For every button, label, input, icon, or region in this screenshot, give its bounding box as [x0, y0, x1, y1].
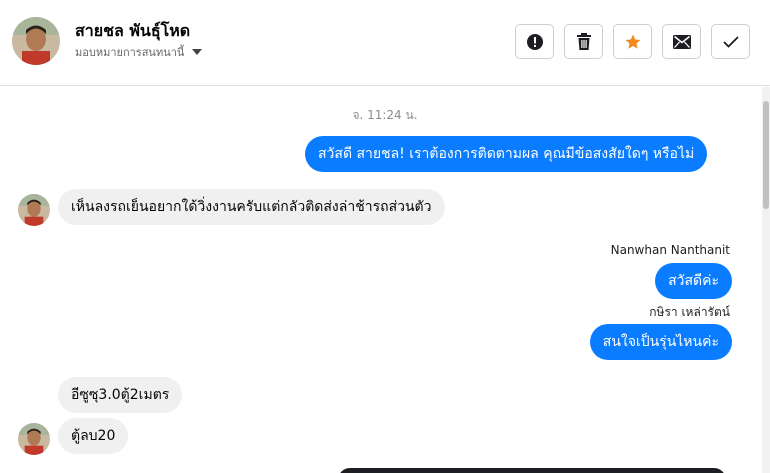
incoming-message[interactable]: ตู้ลบ20 — [58, 418, 129, 454]
header-actions — [515, 24, 750, 59]
delete-button[interactable] — [564, 24, 603, 59]
outgoing-message[interactable]: สวัสดีค่ะ — [655, 263, 732, 299]
contact-avatar-small — [18, 194, 50, 226]
composer-panel-edge — [338, 468, 726, 473]
sender-name: กษิรา เหล่ารัตน์ — [649, 305, 730, 319]
assign-label: มอบหมายการสนทนานี้ — [75, 46, 185, 59]
mark-done-button[interactable] — [711, 24, 750, 59]
mail-icon — [672, 34, 691, 49]
contact-name: สายชล พันธุ์โหด — [75, 21, 191, 40]
star-button[interactable] — [613, 24, 652, 59]
assign-conversation-dropdown[interactable]: มอบหมายการสนทนานี้ — [75, 43, 203, 61]
trash-icon — [576, 32, 591, 50]
outgoing-message[interactable]: สวัสดี สายชล! เราต้องการติดตามผล คุณมีข้… — [305, 136, 708, 172]
star-icon — [625, 34, 640, 49]
alert-circle-icon — [526, 33, 543, 50]
scrollbar-thumb[interactable] — [763, 101, 769, 209]
outgoing-message[interactable]: สนใจเป็นรุ่นไหนค่ะ — [589, 324, 732, 360]
spam-button[interactable] — [515, 24, 554, 59]
sender-name: Nanwhan Nanthanit — [610, 243, 730, 257]
mark-unread-button[interactable] — [662, 24, 701, 59]
message-timestamp: จ. 11:24 น. — [352, 108, 418, 122]
contact-avatar-small — [18, 423, 50, 455]
check-icon — [722, 35, 739, 48]
incoming-message[interactable]: อีซูซุ3.0ตู้2เมตร — [58, 377, 183, 413]
contact-avatar[interactable] — [12, 17, 60, 65]
incoming-message[interactable]: เห็นลงรถเย็นอยากใด้วิ่งงานครับแต่กลัวติด… — [58, 189, 445, 225]
conversation-header: สายชล พันธุ์โหด มอบหมายการสนทนานี้ — [0, 0, 770, 86]
caret-down-icon — [192, 49, 203, 55]
message-thread[interactable]: จ. 11:24 น. สวัสดี สายชล! เราต้องการติดต… — [0, 87, 762, 473]
thread-scrollbar[interactable] — [762, 87, 770, 473]
